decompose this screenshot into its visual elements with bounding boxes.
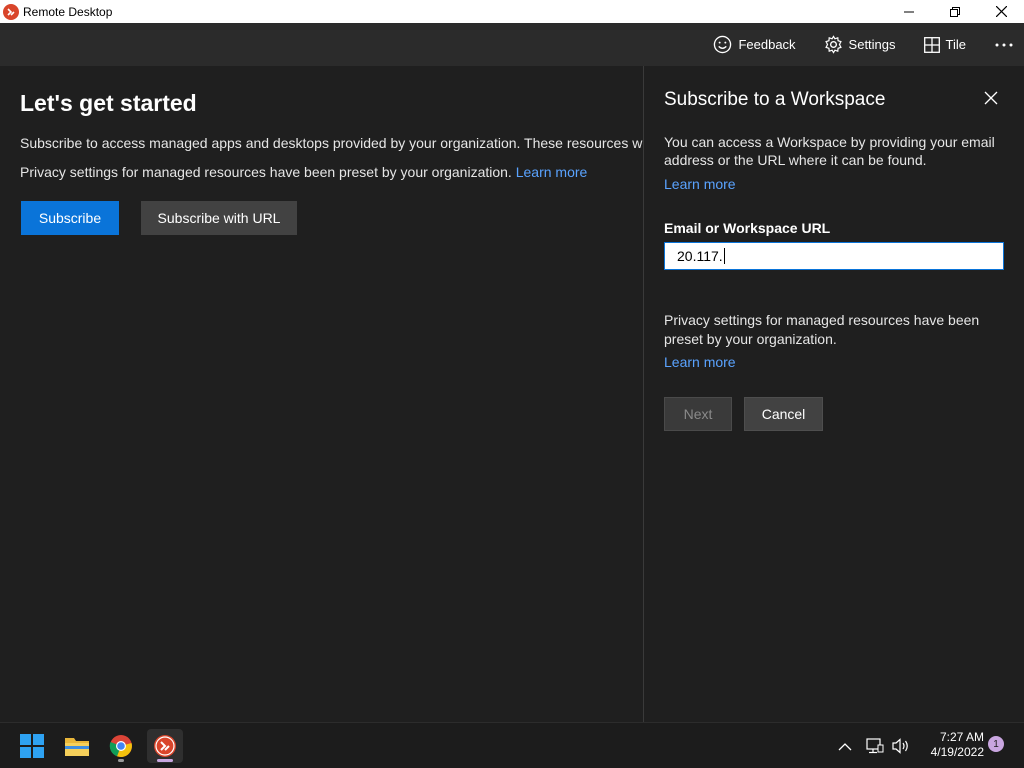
tile-grid-icon [923, 36, 940, 53]
title-bar: Remote Desktop [0, 0, 1024, 23]
workspace-url-input[interactable]: 20.117. [664, 242, 1004, 270]
system-tray [838, 723, 910, 768]
chrome-running-indicator [118, 759, 124, 762]
next-button[interactable]: Next [664, 397, 732, 431]
feedback-label: Feedback [738, 37, 796, 52]
clock-time: 7:27 AM [939, 730, 984, 744]
page-heading: Let's get started [20, 90, 197, 116]
app-toolbar: Feedback Settings Tile [0, 23, 1024, 66]
taskbar: 7:27 AM 4/19/2022 [0, 722, 1024, 768]
close-panel-icon[interactable] [983, 90, 999, 106]
main-content: Let's get started Subscribe to access ma… [0, 66, 643, 722]
settings-label: Settings [848, 37, 896, 52]
feedback-button[interactable]: Feedback [713, 35, 796, 54]
cancel-button[interactable]: Cancel [744, 397, 823, 431]
minimize-button[interactable] [886, 0, 932, 23]
minimize-icon [904, 11, 914, 12]
restore-icon [950, 6, 960, 17]
taskbar-clock[interactable]: 7:27 AM 4/19/2022 [912, 730, 984, 760]
close-window-button[interactable] [978, 0, 1024, 23]
privacy-text: Privacy settings for managed resources h… [20, 164, 512, 180]
restore-button[interactable] [932, 0, 978, 23]
gear-icon [824, 35, 842, 54]
panel-description: You can access a Workspace by providing … [664, 134, 995, 168]
volume-icon[interactable] [892, 738, 910, 754]
start-button[interactable] [14, 729, 50, 763]
learn-more-link[interactable]: Learn more [516, 164, 588, 180]
chevron-up-icon[interactable] [838, 742, 852, 751]
panel-privacy-learn-more-link[interactable]: Learn more [664, 354, 736, 370]
remote-desktop-taskbar-button[interactable] [147, 729, 183, 763]
panel-learn-more-link[interactable]: Learn more [664, 176, 736, 192]
settings-button[interactable]: Settings [824, 35, 896, 54]
more-horizontal-icon [995, 43, 1013, 46]
subscribe-with-url-button[interactable]: Subscribe with URL [141, 201, 297, 235]
windows-start-icon [20, 734, 44, 758]
panel-privacy-text: Privacy settings for managed resources h… [664, 312, 980, 347]
chrome-icon [109, 735, 132, 758]
tile-label: Tile [945, 37, 966, 52]
subscribe-description: Subscribe to access managed apps and des… [20, 135, 643, 151]
smiley-icon [714, 35, 732, 54]
more-options-button[interactable] [994, 42, 1014, 48]
window-title: Remote Desktop [23, 4, 113, 19]
clock-date: 4/19/2022 [930, 745, 984, 759]
network-icon[interactable] [866, 738, 884, 754]
notification-badge[interactable]: 1 [988, 736, 1004, 752]
panel-title: Subscribe to a Workspace [664, 89, 886, 110]
text-caret [723, 248, 725, 264]
workspace-url-value: 20.117. [677, 248, 723, 264]
file-explorer-taskbar-button[interactable] [59, 729, 95, 763]
remote-desktop-active-indicator [157, 759, 173, 762]
close-icon [995, 6, 1007, 17]
privacy-note: Privacy settings for managed resources h… [20, 164, 587, 180]
tile-view-button[interactable]: Tile [923, 36, 966, 53]
subscribe-button[interactable]: Subscribe [21, 201, 119, 235]
file-explorer-icon [65, 738, 89, 756]
chrome-taskbar-button[interactable] [103, 729, 139, 763]
remote-desktop-icon [154, 735, 176, 757]
workspace-url-label: Email or Workspace URL [664, 220, 831, 236]
subscribe-workspace-panel: Subscribe to a Workspace You can access … [644, 66, 1024, 722]
remote-desktop-app-icon [3, 3, 19, 20]
